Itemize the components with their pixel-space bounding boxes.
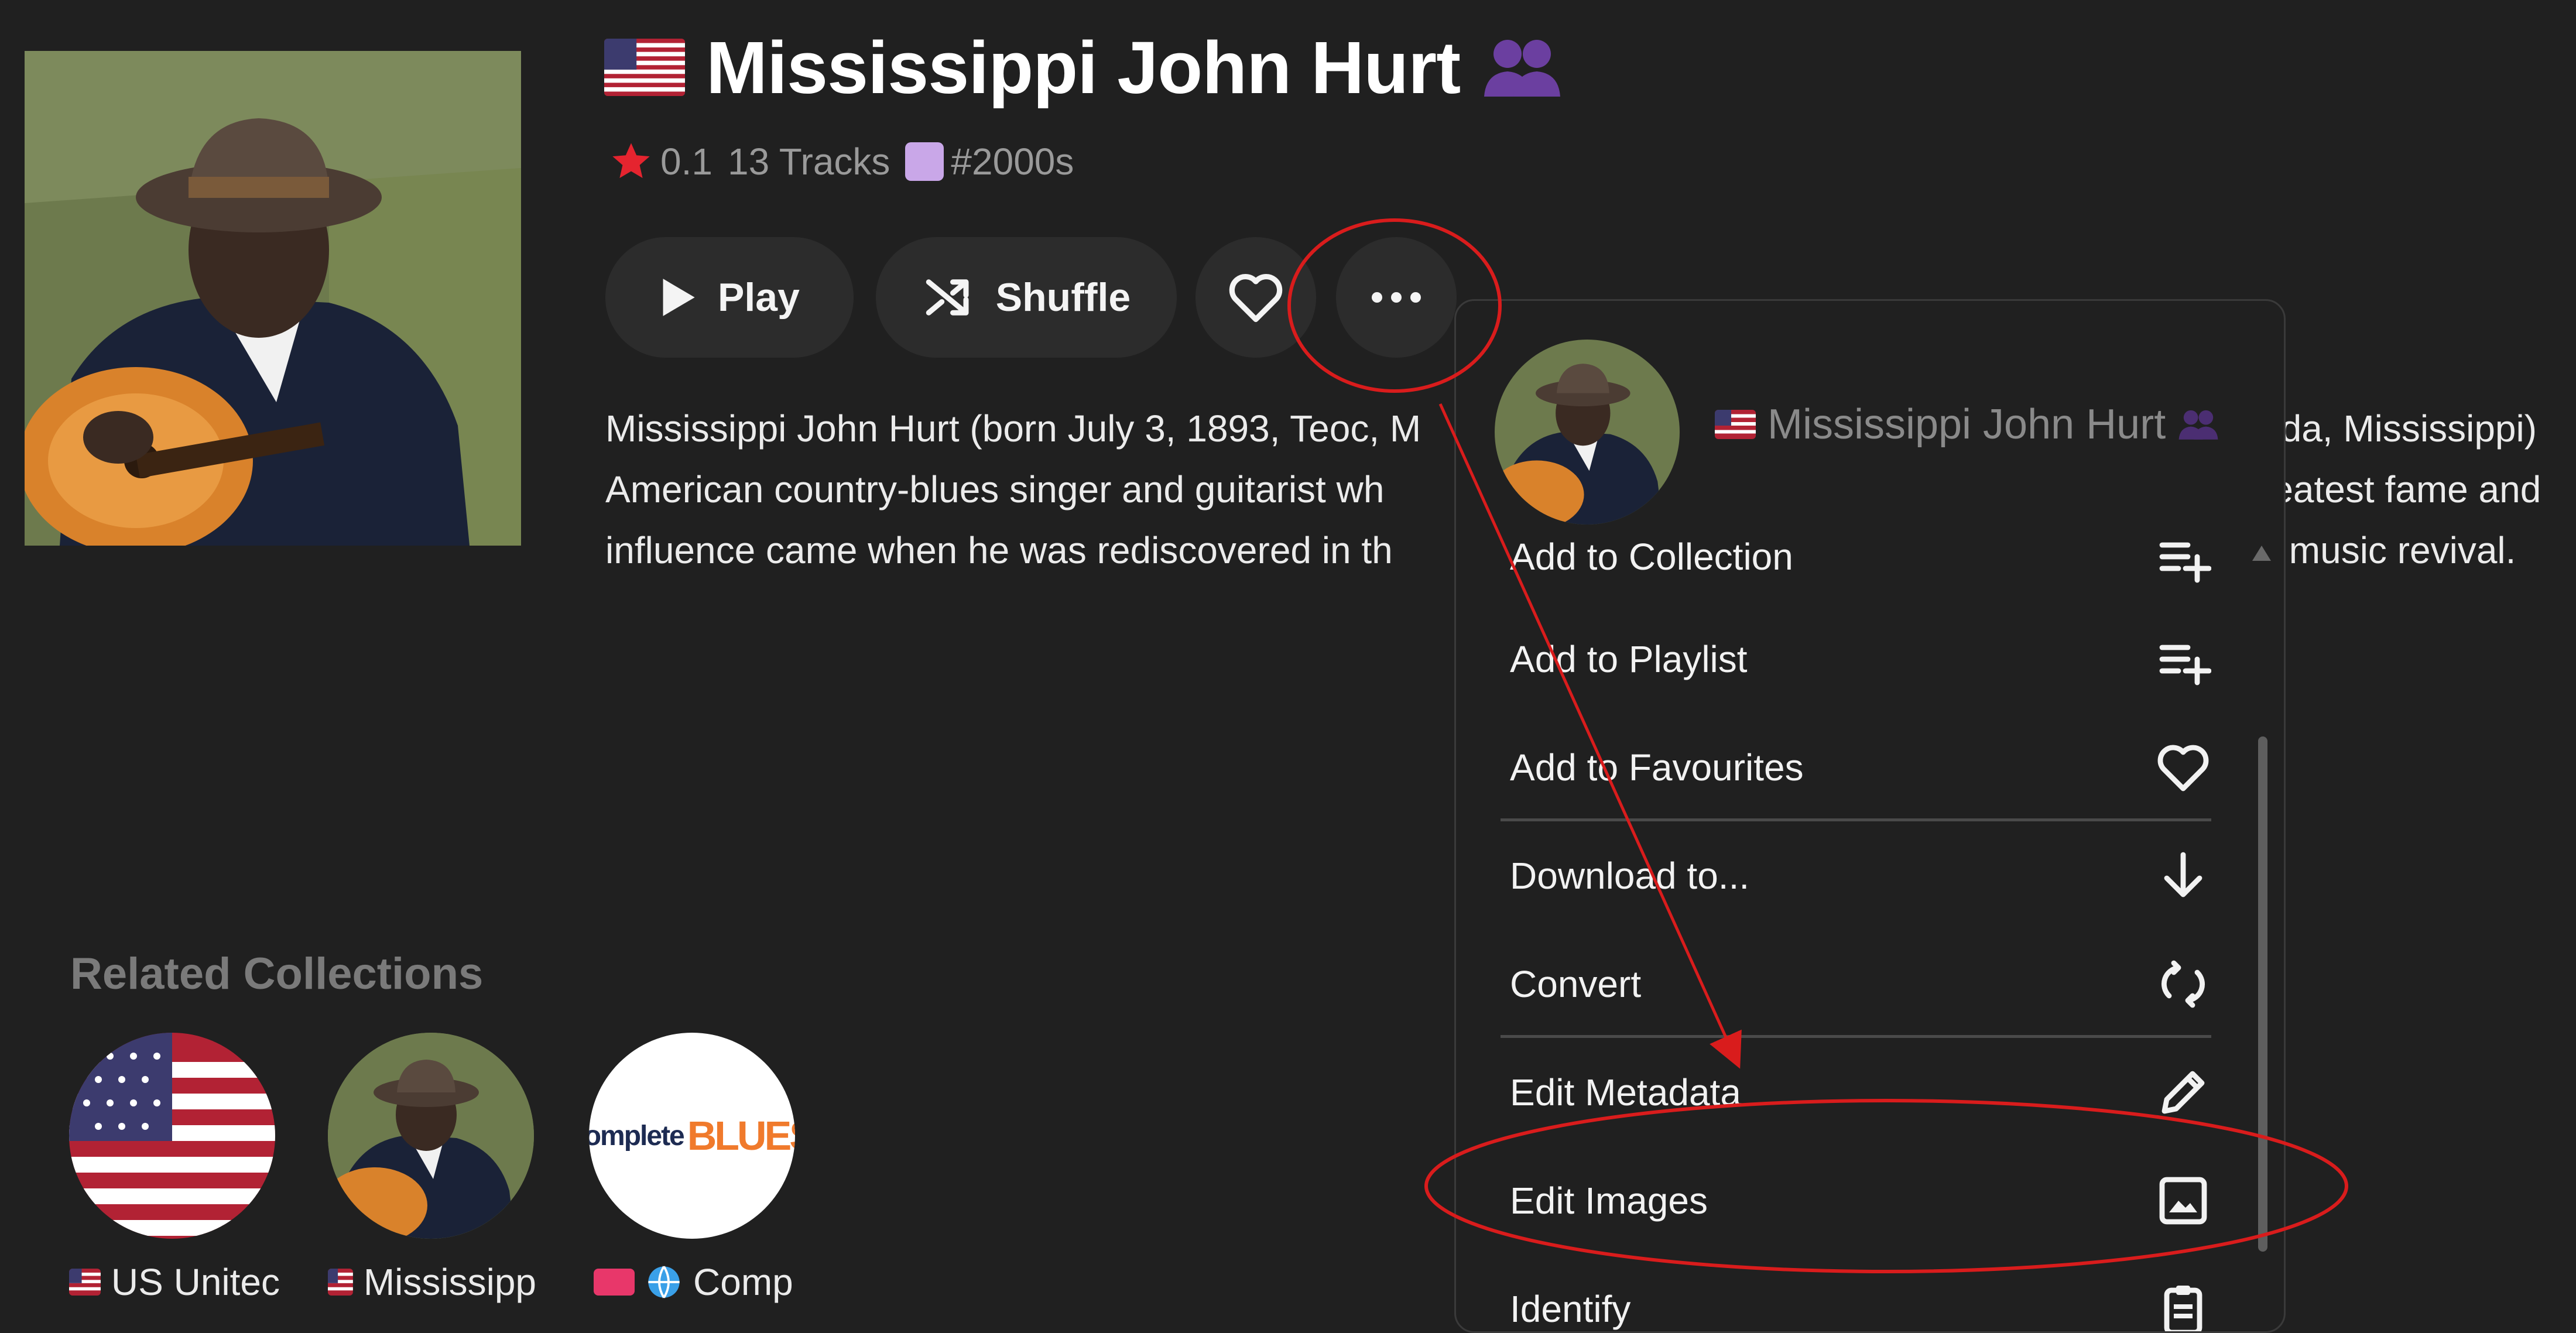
ticket-icon	[594, 1269, 635, 1296]
playlist-add-icon	[2159, 645, 2211, 686]
menu-item-add-to-favourites[interactable]: Add to Favourites	[1456, 714, 2284, 821]
heart-icon	[1229, 274, 1283, 323]
related-thumb-us[interactable]	[69, 1033, 275, 1239]
tag-label: #2000s	[951, 141, 1074, 183]
menu-item-label: Add to Collection	[1510, 536, 1793, 578]
menu-item-identify[interactable]: Identify	[1456, 1255, 2284, 1331]
artist-bio-overflow: ada, Mississippi) reatest fame and k mus…	[2260, 398, 2541, 581]
group-icon	[2178, 410, 2218, 440]
rating-value: 0.1	[660, 141, 712, 183]
image-icon	[2159, 1177, 2207, 1225]
group-icon	[1484, 40, 1561, 97]
related-thumb-complete-blues[interactable]: complete BLUES	[589, 1033, 795, 1239]
menu-item-add-to-collection[interactable]: Add to Collection	[1456, 503, 2284, 611]
menu-item-download-to[interactable]: Download to...	[1456, 822, 2284, 930]
menu-item-label: Edit Metadata	[1510, 1071, 1741, 1113]
context-menu: Mississippi John Hurt Add to Collection …	[1454, 299, 2286, 1333]
related-label-complete-blues[interactable]: Comp	[594, 1259, 795, 1305]
menu-divider	[1501, 1035, 2211, 1038]
menu-item-add-to-playlist[interactable]: Add to Playlist	[1456, 605, 2284, 713]
us-flag-icon	[328, 1269, 353, 1296]
tag-square-icon	[905, 142, 944, 181]
artist-photo	[328, 1033, 534, 1239]
shuffle-label: Shuffle	[995, 275, 1131, 320]
globe-icon	[648, 1266, 680, 1298]
related-label-text: Comp	[693, 1261, 793, 1303]
tag[interactable]: #2000s	[905, 140, 1074, 183]
menu-artist-name-row: Mississippi John Hurt	[1715, 400, 2219, 448]
related-label-us[interactable]: US Unitec	[69, 1259, 280, 1305]
bio-line-end: reatest fame and	[2260, 468, 2541, 510]
play-icon	[663, 279, 695, 316]
arrow-down-icon	[2164, 852, 2202, 897]
shuffle-icon	[926, 279, 969, 316]
menu-item-label: Download to...	[1510, 855, 1750, 897]
bio-line-end: k music revival.	[2260, 529, 2516, 571]
clipboard-icon	[2164, 1286, 2202, 1331]
related-label-text: US Unitec	[111, 1261, 280, 1303]
related-collections-heading: Related Collections	[70, 949, 484, 999]
logo-text: complete	[589, 1120, 685, 1152]
us-flag-icon	[69, 1033, 275, 1239]
menu-item-edit-metadata[interactable]: Edit Metadata	[1456, 1039, 2284, 1146]
heart-icon	[2157, 745, 2209, 791]
artist-photo	[1495, 340, 1680, 525]
convert-icon	[2161, 960, 2205, 1008]
menu-item-label: Edit Images	[1510, 1180, 1708, 1222]
play-button[interactable]: Play	[605, 237, 854, 358]
rating: 0.1	[609, 139, 712, 184]
menu-artist-avatar	[1495, 340, 1680, 525]
favourite-button[interactable]	[1195, 237, 1316, 358]
menu-item-convert[interactable]: Convert	[1456, 930, 2284, 1038]
us-flag-icon	[69, 1269, 101, 1296]
logo-text: BLUES	[687, 1113, 795, 1159]
related-thumb-artist[interactable]	[328, 1033, 534, 1239]
related-label-artist[interactable]: Mississipp	[328, 1259, 536, 1305]
menu-item-edit-images[interactable]: Edit Images	[1456, 1147, 2284, 1255]
more-dots-icon	[1372, 292, 1421, 303]
menu-artist-name: Mississippi John Hurt	[1767, 401, 2166, 448]
menu-item-label: Add to Playlist	[1510, 638, 1748, 680]
scroll-up-arrow[interactable]	[2252, 546, 2271, 561]
pencil-icon	[2161, 1071, 2205, 1114]
star-icon	[612, 143, 650, 179]
playlist-add-icon	[2159, 542, 2211, 583]
us-flag-icon	[1715, 410, 1756, 439]
menu-item-label: Convert	[1510, 963, 1642, 1005]
artist-photo	[25, 51, 521, 546]
artist-meta: 0.1 13 Tracks #2000s	[609, 139, 1074, 184]
related-label-text: Mississipp	[363, 1261, 536, 1303]
menu-item-label: Identify	[1510, 1288, 1631, 1330]
track-count: 13 Tracks	[727, 141, 890, 183]
menu-header: Mississippi John Hurt	[1456, 301, 2284, 525]
menu-divider	[1501, 818, 2211, 821]
menu-item-label: Add to Favourites	[1510, 746, 1804, 789]
artist-cover	[25, 51, 521, 546]
menu-scrollbar[interactable]	[2258, 736, 2267, 1252]
artist-title-row: Mississippi John Hurt	[604, 23, 1563, 111]
shuffle-button[interactable]: Shuffle	[876, 237, 1177, 358]
artist-name: Mississippi John Hurt	[706, 26, 1461, 109]
us-flag-icon	[604, 39, 685, 96]
more-options-button[interactable]	[1336, 237, 1457, 358]
play-label: Play	[718, 275, 800, 320]
bio-line-end: ada, Mississippi)	[2260, 407, 2537, 450]
